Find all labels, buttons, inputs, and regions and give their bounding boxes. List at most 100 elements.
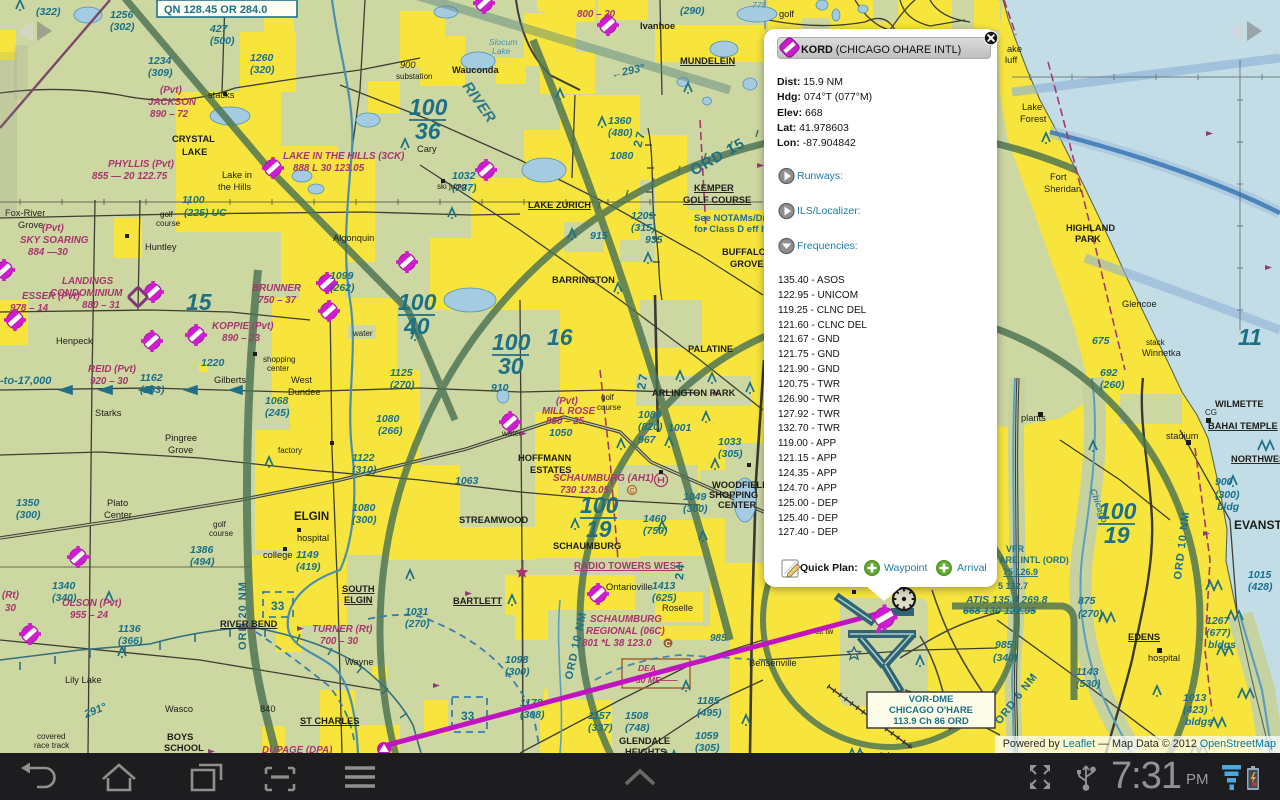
svg-text:100: 100 — [409, 94, 448, 120]
svg-text:REID (Pvt): REID (Pvt) — [88, 364, 136, 375]
svg-text:1099: 1099 — [330, 270, 354, 282]
svg-text:1015: 1015 — [1248, 569, 1272, 581]
svg-text:golf: golf — [779, 9, 794, 19]
svg-text:SCHAUMBURG: SCHAUMBURG — [553, 541, 621, 551]
svg-text:LAKE IN THE HILLS (3CK): LAKE IN THE HILLS (3CK) — [283, 151, 404, 162]
svg-text:800 – 20: 800 – 20 — [577, 9, 616, 20]
svg-text:SCHOOL: SCHOOL — [164, 743, 204, 753]
svg-text:(315): (315) — [631, 222, 656, 234]
svg-text:STREAMWOOD: STREAMWOOD — [459, 515, 528, 525]
svg-text:OLSON (Pvt): OLSON (Pvt) — [62, 598, 121, 609]
svg-text:BARTLETT: BARTLETT — [453, 596, 502, 606]
svg-text:955 – 24: 955 – 24 — [70, 610, 109, 621]
svg-text:HIGHLAND: HIGHLAND — [1066, 223, 1115, 233]
svg-text:KEMPER: KEMPER — [694, 183, 734, 193]
svg-text:1033: 1033 — [718, 436, 742, 448]
svg-text:850 – 25: 850 – 25 — [546, 416, 585, 427]
svg-text:840: 840 — [260, 704, 276, 714]
svg-text:SHOPPING: SHOPPING — [709, 490, 758, 500]
svg-text:884 —30: 884 —30 — [28, 247, 68, 258]
svg-text:EVANST: EVANST — [1234, 518, 1280, 532]
svg-text:(262): (262) — [330, 282, 355, 294]
svg-text:factory: factory — [278, 446, 302, 455]
svg-text:1063: 1063 — [455, 475, 479, 487]
svg-text:WOODFIELD: WOODFIELD — [712, 480, 769, 490]
svg-text:CRYSTAL: CRYSTAL — [172, 134, 215, 144]
svg-text:1080: 1080 — [376, 413, 400, 425]
svg-text:HOFFMANN: HOFFMANN — [518, 453, 571, 463]
svg-text:LAKE ZURICH: LAKE ZURICH — [528, 200, 591, 210]
svg-text:Gilberts: Gilberts — [214, 375, 246, 385]
svg-text:1143: 1143 — [1076, 666, 1099, 678]
svg-text:1050: 1050 — [549, 427, 573, 439]
svg-text:Starks: Starks — [95, 408, 122, 418]
svg-text:1360: 1360 — [608, 115, 632, 127]
svg-text:Plato: Plato — [107, 498, 128, 508]
svg-text:920 – 30: 920 – 30 — [90, 376, 129, 387]
svg-text:shopping: shopping — [263, 355, 295, 364]
svg-text:75 126.9: 75 126.9 — [1003, 567, 1038, 577]
svg-text:(270): (270) — [390, 379, 415, 391]
svg-text:900: 900 — [1215, 476, 1233, 488]
svg-text:40: 40 — [403, 313, 430, 339]
svg-text:1049: 1049 — [683, 491, 707, 503]
svg-text:EDENS: EDENS — [1128, 632, 1160, 642]
svg-text:Lake in: Lake in — [222, 170, 252, 180]
svg-text:BAHAI TEMPLE: BAHAI TEMPLE — [1208, 421, 1278, 431]
svg-text:BRUNNER: BRUNNER — [252, 283, 302, 294]
svg-text:BARRINGTON: BARRINGTON — [552, 275, 615, 285]
svg-text:(Pvt): (Pvt) — [160, 85, 182, 96]
svg-text:427: 427 — [209, 23, 229, 35]
svg-text:1125: 1125 — [390, 367, 413, 379]
svg-text:1136: 1136 — [118, 623, 141, 635]
svg-text:Wayne: Wayne — [345, 657, 374, 667]
svg-text:Algonquin: Algonquin — [333, 233, 374, 243]
svg-text:36: 36 — [415, 118, 441, 144]
svg-text:(300): (300) — [505, 666, 530, 678]
svg-text:golf: golf — [160, 210, 174, 219]
svg-text:Cary: Cary — [417, 144, 437, 154]
svg-text:Bensenville: Bensenville — [749, 658, 797, 668]
svg-text:DUPAGE (DPA): DUPAGE (DPA) — [262, 745, 332, 753]
svg-text:VFR: VFR — [1006, 544, 1025, 554]
svg-text:course: course — [209, 529, 234, 538]
svg-text:(Pvt): (Pvt) — [42, 223, 64, 234]
svg-text:RADIO TOWERS WEST: RADIO TOWERS WEST — [574, 561, 682, 572]
svg-text:luff: luff — [1005, 55, 1018, 65]
svg-text:(260): (260) — [1100, 379, 1125, 391]
svg-text:30: 30 — [498, 353, 524, 379]
svg-text:hospital: hospital — [1148, 653, 1180, 663]
svg-text:900: 900 — [400, 60, 416, 70]
svg-text:(337): (337) — [588, 722, 613, 734]
svg-text:ORD 20 NM: ORD 20 NM — [237, 581, 249, 650]
svg-text:(423): (423) — [1183, 704, 1208, 716]
svg-text:(677): (677) — [1206, 627, 1231, 639]
svg-text:JACKSON: JACKSON — [148, 97, 197, 108]
svg-text:C: C — [630, 488, 635, 495]
svg-text:775: 775 — [752, 0, 766, 10]
svg-text:Huntley: Huntley — [145, 242, 177, 252]
svg-text:PHYLLIS (Pvt): PHYLLIS (Pvt) — [108, 159, 174, 170]
svg-text:substation: substation — [396, 72, 432, 81]
svg-text:890 – 23: 890 – 23 — [222, 333, 261, 344]
svg-text:water: water — [501, 429, 522, 438]
svg-text:Wauconda: Wauconda — [452, 65, 499, 75]
svg-text:BOYS: BOYS — [167, 732, 193, 742]
svg-text:33: 33 — [271, 599, 285, 613]
svg-text:Henpeck: Henpeck — [56, 336, 93, 346]
svg-text:1122: 1122 — [352, 452, 375, 464]
svg-text:(419): (419) — [296, 561, 321, 573]
svg-text:bldgs: bldgs — [1208, 639, 1236, 651]
svg-text:West: West — [291, 375, 312, 385]
svg-text:(500): (500) — [210, 35, 235, 47]
svg-text:Lake: Lake — [1022, 102, 1042, 112]
svg-text:855 — 20 122.75: 855 — 20 122.75 — [92, 171, 168, 182]
svg-text:(302): (302) — [110, 21, 135, 33]
svg-text:11: 11 — [1238, 324, 1262, 350]
svg-text:(748): (748) — [625, 722, 650, 734]
svg-text:1267: 1267 — [1206, 615, 1231, 627]
svg-text:1162: 1162 — [140, 372, 163, 384]
svg-text:ake: ake — [1007, 44, 1022, 54]
svg-text:1260: 1260 — [250, 52, 274, 64]
svg-text:967: 967 — [638, 434, 657, 446]
